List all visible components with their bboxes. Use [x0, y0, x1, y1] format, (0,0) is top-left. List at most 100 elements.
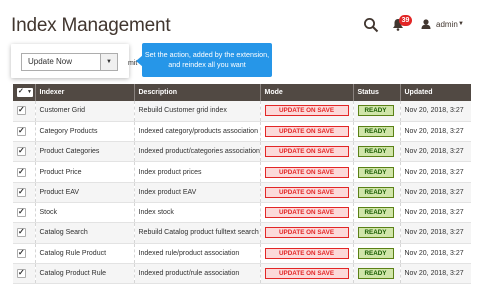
row-select-cell[interactable]: ✓ [13, 243, 36, 264]
column-header-description[interactable]: Description [134, 84, 261, 101]
row-checkbox[interactable]: ✓ [17, 166, 26, 177]
status-cell: READY [353, 121, 401, 143]
column-header-updated[interactable]: Updated [400, 84, 471, 101]
updated-cell: Nov 20, 2018, 3:27 [400, 121, 471, 143]
description-cell: Rebuild Customer grid index [134, 101, 261, 122]
row-checkbox[interactable]: ✓ [17, 268, 26, 279]
mode-cell: UPDATE ON SAVE [260, 243, 354, 264]
row-select-cell[interactable]: ✓ [13, 202, 36, 224]
description-cell: Indexed rule/product association [134, 243, 261, 264]
mode-cell: UPDATE ON SAVE [260, 222, 354, 244]
mode-cell: UPDATE ON SAVE [260, 121, 354, 143]
row-select-cell[interactable]: ✓ [13, 161, 36, 183]
user-icon[interactable] [421, 19, 431, 29]
checkbox-icon: ✓ [18, 227, 25, 237]
checkbox-icon: ✓ [18, 268, 25, 278]
mode-cell: UPDATE ON SAVE [260, 202, 354, 224]
description-cell: Index stock [134, 202, 261, 224]
indexer-cell: Product Categories [35, 141, 135, 163]
table-row[interactable]: ✓ Catalog Product Rule Indexed product/r… [13, 263, 471, 285]
status-badge: READY [357, 125, 394, 137]
mass-select-checkbox[interactable]: ✓ ▼ [17, 88, 33, 97]
mode-badge: UPDATE ON SAVE [264, 227, 349, 239]
description-cell: Indexed product/rule association [134, 263, 261, 285]
row-select-cell[interactable]: ✓ [13, 222, 36, 244]
row-checkbox[interactable]: ✓ [17, 126, 26, 136]
status-cell: READY [353, 263, 401, 285]
table-row[interactable]: ✓ Product Categories Indexed product/cat… [13, 141, 471, 163]
mode-badge: UPDATE ON SAVE [264, 105, 349, 117]
chevron-down-icon[interactable]: ▼ [100, 54, 117, 70]
row-checkbox[interactable]: ✓ [17, 186, 26, 197]
tooltip-text: Set the action, added by the extension, … [142, 43, 272, 77]
row-checkbox[interactable]: ✓ [17, 146, 26, 157]
row-checkbox[interactable]: ✓ [17, 227, 26, 238]
checkbox-icon: ✓ [18, 186, 25, 196]
column-header-indexer[interactable]: Indexer [35, 84, 135, 101]
chevron-down-icon[interactable]: ▼ [27, 88, 32, 97]
description-cell: Indexed product/categories association [134, 141, 261, 163]
updated-cell: Nov 20, 2018, 3:27 [400, 182, 471, 203]
checkbox-icon: ✓ [18, 247, 25, 257]
mode-cell: UPDATE ON SAVE [260, 101, 354, 122]
table-row[interactable]: ✓ Catalog Rule Product Indexed rule/prod… [13, 243, 471, 264]
description-cell: Index product prices [134, 161, 261, 183]
mode-badge: UPDATE ON SAVE [264, 207, 349, 219]
mode-cell: UPDATE ON SAVE [260, 182, 354, 203]
row-checkbox[interactable]: ✓ [17, 207, 26, 218]
mode-cell: UPDATE ON SAVE [260, 141, 354, 163]
status-cell: READY [353, 182, 401, 203]
indexer-cell: Category Products [35, 121, 135, 143]
status-badge: READY [357, 166, 394, 178]
updated-cell: Nov 20, 2018, 3:27 [400, 263, 471, 285]
status-badge: READY [357, 227, 394, 239]
actions-select-value: Update Now [28, 57, 73, 66]
user-menu-name[interactable]: admin [436, 20, 458, 29]
indexer-cell: Stock [35, 202, 135, 224]
table-row[interactable]: ✓ Stock Index stock UPDATE ON SAVE READY… [13, 202, 471, 224]
row-checkbox[interactable]: ✓ [17, 105, 26, 116]
status-cell: READY [353, 202, 401, 224]
row-checkbox[interactable]: ✓ [17, 247, 26, 258]
notifications-count-badge: 39 [399, 15, 412, 26]
checkbox-icon: ✓ [18, 88, 24, 95]
row-select-cell[interactable]: ✓ [13, 141, 36, 163]
status-cell: READY [353, 243, 401, 264]
checkbox-icon: ✓ [18, 146, 25, 156]
status-badge: READY [357, 268, 394, 280]
mode-badge: UPDATE ON SAVE [264, 247, 349, 259]
mode-badge: UPDATE ON SAVE [264, 146, 349, 158]
chevron-down-icon[interactable]: ▼ [458, 21, 464, 27]
indexer-cell: Catalog Search [35, 222, 135, 244]
indexer-cell: Product EAV [35, 182, 135, 203]
table-row[interactable]: ✓ Category Products Indexed category/pro… [13, 121, 471, 143]
row-select-cell[interactable]: ✓ [13, 101, 36, 122]
mode-cell: UPDATE ON SAVE [260, 161, 354, 183]
column-header-status[interactable]: Status [353, 84, 401, 101]
mode-badge: UPDATE ON SAVE [264, 125, 349, 137]
updated-cell: Nov 20, 2018, 3:27 [400, 161, 471, 183]
mode-badge: UPDATE ON SAVE [264, 166, 349, 178]
table-row[interactable]: ✓ Catalog Search Rebuild Catalog product… [13, 222, 471, 244]
page-title: Index Management [11, 15, 171, 36]
notifications-button[interactable]: 39 [392, 15, 414, 34]
row-select-cell[interactable]: ✓ [13, 263, 36, 285]
checkbox-icon: ✓ [18, 166, 25, 176]
updated-cell: Nov 20, 2018, 3:27 [400, 222, 471, 244]
search-icon[interactable] [363, 17, 379, 33]
table-row[interactable]: ✓ Product EAV Index product EAV UPDATE O… [13, 182, 471, 203]
actions-select[interactable]: Update Now ▼ [21, 53, 118, 71]
checkbox-icon: ✓ [18, 207, 25, 217]
table-row[interactable]: ✓ Product Price Index product prices UPD… [13, 161, 471, 183]
status-cell: READY [353, 141, 401, 163]
column-header-mode[interactable]: Mode [260, 84, 354, 101]
grid-header-row: ✓ ▼ Indexer Description Mode Status Updat… [13, 84, 471, 101]
checkbox-icon: ✓ [18, 105, 25, 115]
updated-cell: Nov 20, 2018, 3:27 [400, 141, 471, 163]
table-row[interactable]: ✓ Customer Grid Rebuild Customer grid in… [13, 101, 471, 122]
mass-select-header[interactable]: ✓ ▼ [13, 84, 36, 101]
status-badge: READY [357, 207, 394, 219]
row-select-cell[interactable]: ✓ [13, 121, 36, 143]
updated-cell: Nov 20, 2018, 3:27 [400, 101, 471, 122]
row-select-cell[interactable]: ✓ [13, 182, 36, 203]
